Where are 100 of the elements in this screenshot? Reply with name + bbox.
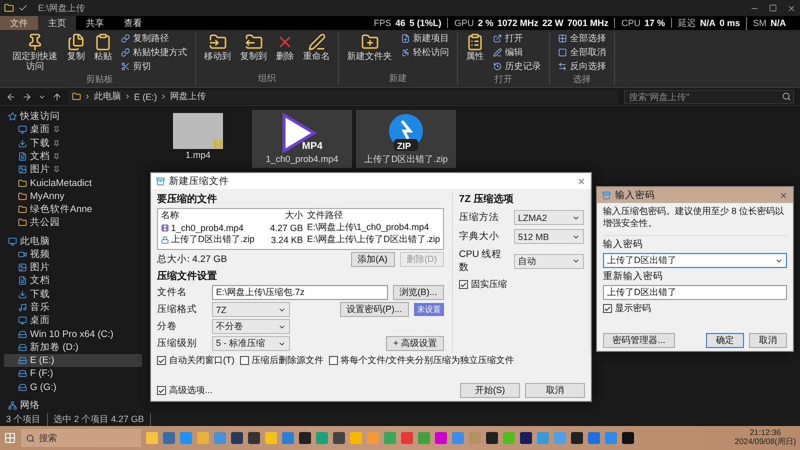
sidebar-item[interactable]: 桌面 (4, 123, 142, 137)
dialog-button[interactable]: + 高级设置 (386, 336, 444, 351)
sidebar-item[interactable]: 图片 (4, 261, 142, 274)
ribbon-button[interactable]: 粘贴快捷方式 (119, 46, 189, 59)
column-header[interactable]: 文件路径 (307, 209, 440, 222)
ribbon-button[interactable]: 复制路径 (119, 32, 189, 45)
dropdown[interactable]: 不分卷 (212, 319, 290, 334)
checkbox-option[interactable]: 自动关闭窗口(T) (157, 354, 234, 367)
ribbon-button[interactable]: 打开 (491, 32, 543, 45)
ribbon-button[interactable]: 全部选择 (556, 32, 608, 45)
close-icon[interactable] (787, 4, 796, 12)
checkbox[interactable] (157, 356, 166, 365)
start-icon[interactable] (4, 432, 16, 444)
sidebar-item[interactable]: 共公园 (4, 216, 142, 230)
sidebar-item[interactable]: 下载 (4, 136, 142, 150)
app-icon[interactable] (622, 432, 634, 444)
app-icon[interactable] (350, 432, 362, 444)
app-icon[interactable] (197, 432, 209, 444)
sidebar-item[interactable]: KuiclaMetadict (4, 176, 142, 190)
ribbon-button[interactable]: 剪切 (119, 60, 189, 73)
sidebar-item[interactable]: 桌面 (4, 314, 142, 328)
app-icon[interactable] (163, 432, 175, 444)
app-icon[interactable] (146, 432, 158, 444)
checkbox[interactable] (459, 280, 468, 289)
checkbox-option[interactable]: 压缩后删除源文件 (240, 354, 324, 367)
checkbox[interactable] (328, 356, 338, 365)
dialog-button[interactable]: 开始(S) (460, 383, 520, 398)
address-bar[interactable]: 此电脑 E (E:) 网盘上传 (68, 90, 618, 104)
sidebar-item[interactable]: F (F:) (4, 367, 142, 381)
back-icon[interactable] (6, 92, 16, 102)
app-icon[interactable] (571, 432, 583, 444)
app-icon[interactable] (231, 432, 243, 444)
column-header[interactable]: 名称 (161, 209, 265, 222)
ribbon-button[interactable]: 重命名 (301, 32, 332, 63)
ribbon-tab[interactable]: 文件 (0, 16, 38, 30)
ribbon-button[interactable]: 反向选择 (556, 60, 608, 73)
search-field[interactable]: 搜索"网盘上传" (624, 90, 794, 104)
dialog-button[interactable]: 浏览(B)... (392, 285, 444, 300)
checkbox-option[interactable]: 固实压缩 (459, 278, 585, 291)
ribbon-tab[interactable]: 共享 (76, 16, 114, 30)
sidebar-item[interactable]: G (G:) (4, 380, 142, 394)
app-icon[interactable] (248, 432, 260, 444)
dialog-button[interactable]: 设置密码(P)... (340, 302, 410, 317)
ribbon-button[interactable]: 新建项目 (399, 32, 451, 45)
sidebar-item[interactable]: 音乐 (4, 300, 142, 314)
forward-icon[interactable] (22, 92, 32, 102)
breadcrumb[interactable]: 网盘上传 (170, 90, 206, 103)
ribbon-button[interactable]: 属性 (464, 32, 486, 63)
checkbox-option[interactable]: 显示密码 (603, 302, 787, 316)
close-icon[interactable] (779, 190, 788, 200)
password-field[interactable]: 上传了D区出错了 (603, 285, 787, 300)
dropdown[interactable]: 512 MB (514, 229, 584, 244)
file-tile[interactable]: ZIP 上传了D区出错了.zip (356, 110, 456, 168)
sidebar-item[interactable]: 图片 (4, 163, 142, 176)
ribbon-button[interactable]: 粘贴 (92, 32, 114, 63)
checkbox-option[interactable]: 高级选项... (157, 384, 213, 397)
breadcrumb[interactable]: 此电脑 (94, 90, 121, 103)
app-icon[interactable] (486, 432, 498, 444)
sidebar-item[interactable]: 绿色软件Anne (4, 202, 142, 216)
breadcrumb[interactable]: E (E:) (134, 92, 158, 102)
up-icon[interactable] (52, 92, 62, 102)
sidebar-item[interactable]: 文档 (4, 274, 142, 288)
list-button[interactable]: 添加(A) (350, 252, 395, 267)
sidebar-item[interactable]: Win 10 Pro x64 (C:) (4, 327, 142, 341)
app-icon[interactable] (520, 432, 532, 444)
sidebar-item[interactable]: 文档 (4, 150, 142, 164)
checkbox[interactable] (603, 304, 612, 314)
ribbon-button[interactable]: 编辑 (491, 46, 543, 59)
maximize-icon[interactable] (769, 4, 777, 12)
dropdown[interactable]: 自动 (514, 254, 584, 268)
sidebar-item[interactable]: 此电脑 (4, 234, 142, 248)
ribbon-button[interactable]: 固定到快速访问 (10, 32, 60, 73)
sidebar-item[interactable]: MyAnny (4, 190, 142, 203)
checkbox[interactable] (157, 386, 166, 395)
ribbon-button[interactable]: 复制到 (238, 32, 269, 63)
app-icon[interactable] (401, 432, 413, 444)
dialog-button[interactable]: 取消 (525, 383, 585, 398)
sidebar-item[interactable]: E (E:) (4, 354, 142, 368)
ribbon-button[interactable]: 复制 (65, 32, 87, 63)
file-tile[interactable]: MP4 1_ch0_prob4.mp4 (252, 110, 352, 168)
app-icon[interactable] (299, 432, 311, 444)
sidebar-item[interactable]: 网络 (4, 398, 142, 412)
ribbon-button[interactable]: 删除 (274, 32, 296, 63)
dropdown[interactable]: 7Z (212, 302, 290, 317)
dropdown[interactable]: 5 - 标准压缩 (212, 336, 290, 351)
ribbon-button[interactable]: 轻松访问 (399, 46, 451, 59)
dialog-button[interactable]: 密码管理器... (603, 333, 675, 348)
column-header[interactable]: 大小 (265, 209, 307, 222)
check-icon[interactable] (18, 3, 28, 13)
checkbox[interactable] (240, 356, 248, 365)
app-icon[interactable] (333, 432, 345, 444)
file-tile[interactable]: 1.mp4 (148, 110, 248, 164)
ribbon-button[interactable]: 新建文件夹 (345, 32, 394, 63)
ribbon-button[interactable]: 移动到 (202, 32, 233, 63)
password-field[interactable]: 上传了D区出错了 (603, 253, 787, 268)
input-field[interactable]: E:\网盘上传\压缩包.7z (212, 285, 388, 300)
sidebar-item[interactable]: 快速访问 (4, 110, 142, 124)
close-icon[interactable] (577, 176, 586, 186)
ribbon-tab[interactable]: 主页 (38, 16, 76, 30)
sidebar-item[interactable]: 下载 (4, 288, 142, 301)
